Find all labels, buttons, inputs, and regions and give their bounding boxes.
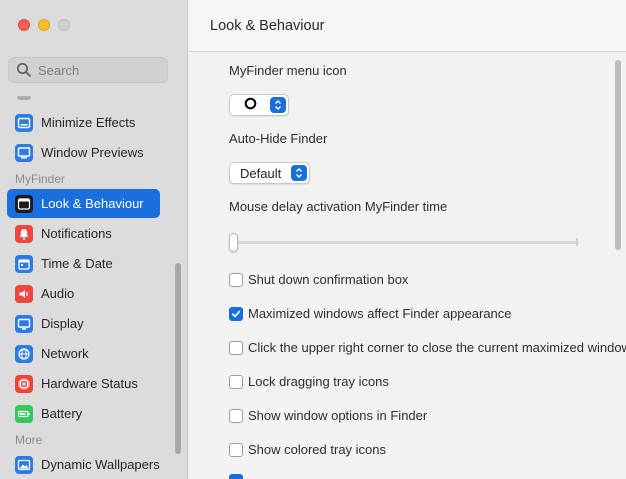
- colored-tray-icons-checkbox[interactable]: [229, 442, 243, 457]
- maximized-windows-checkbox[interactable]: [229, 306, 243, 321]
- display-icon: [15, 314, 33, 333]
- partial-item-icon: [17, 96, 31, 100]
- checkbox-row[interactable]: Show window options in Finder: [229, 408, 427, 423]
- window-previews-icon: [15, 143, 33, 162]
- app-window: Minimize Effects Window Previews MyFinde…: [0, 0, 626, 479]
- circle-icon: [244, 97, 257, 110]
- sidebar-item-label: Battery: [41, 406, 83, 421]
- checkbox-label: Show window options in Finder: [248, 408, 428, 423]
- search-field[interactable]: [8, 57, 168, 83]
- sidebar-item-audio[interactable]: Audio: [7, 279, 160, 308]
- close-corner-checkbox[interactable]: [229, 340, 243, 355]
- minimize-button[interactable]: [38, 19, 50, 31]
- checkbox-label: Lock dragging tray icons: [248, 374, 389, 389]
- page-title: Look & Behaviour: [210, 18, 325, 34]
- mouse-delay-label: Mouse delay activation MyFinder time: [229, 199, 448, 214]
- main-scrollbar[interactable]: [615, 60, 621, 250]
- checkbox-row[interactable]: Click the upper right corner to close th…: [229, 340, 626, 355]
- checkbox-row[interactable]: Maximized windows affect Finder appearan…: [229, 306, 512, 321]
- menu-icon-label: MyFinder menu icon: [229, 63, 347, 78]
- lock-tray-icons-checkbox[interactable]: [229, 374, 243, 389]
- sidebar-item-label: Display: [41, 316, 84, 331]
- sidebar: Minimize Effects Window Previews MyFinde…: [0, 0, 188, 479]
- calendar-icon: [15, 254, 33, 273]
- checkbox-label: Show colored tray icons: [248, 442, 387, 457]
- checkbox-row[interactable]: Lock dragging tray icons: [229, 374, 389, 389]
- sidebar-item-hardware-status[interactable]: Hardware Status: [7, 369, 160, 398]
- sidebar-item-label: Look & Behaviour: [41, 196, 144, 211]
- sidebar-item-look-behaviour[interactable]: Look & Behaviour: [7, 189, 160, 218]
- title-bar: Look & Behaviour: [189, 0, 626, 52]
- zoom-button[interactable]: [58, 19, 70, 31]
- sidebar-item-label: Time & Date: [41, 256, 113, 271]
- checkbox-row[interactable]: Shut down confirmation box: [229, 272, 408, 287]
- sidebar-item-time-date[interactable]: Time & Date: [7, 249, 160, 278]
- auto-hide-value: Default: [240, 165, 282, 181]
- search-icon: [17, 63, 31, 77]
- sidebar-item-battery[interactable]: Battery: [7, 399, 160, 428]
- main-panel: Look & Behaviour MyFinder menu icon Auto…: [189, 0, 626, 479]
- checkmark-icon: [231, 310, 241, 317]
- speaker-icon: [15, 284, 33, 303]
- look-behaviour-icon: [15, 194, 33, 213]
- globe-icon: [15, 344, 33, 363]
- shutdown-confirmation-checkbox[interactable]: [229, 272, 243, 287]
- minimize-effects-icon: [15, 113, 33, 132]
- auto-hide-label: Auto-Hide Finder: [229, 131, 328, 146]
- section-header-myfinder: MyFinder: [15, 172, 66, 186]
- mouse-delay-slider-thumb[interactable]: [229, 233, 238, 252]
- search-input[interactable]: [38, 62, 158, 78]
- sidebar-item-label: Audio: [41, 286, 75, 301]
- popup-stepper-icon: [291, 165, 307, 181]
- sidebar-item-label: Window Previews: [41, 145, 144, 160]
- sidebar-item-notifications[interactable]: Notifications: [7, 219, 160, 248]
- sidebar-item-label: Minimize Effects: [41, 115, 136, 130]
- partial-checkbox[interactable]: [229, 474, 243, 479]
- close-button[interactable]: [18, 19, 30, 31]
- sidebar-item-display[interactable]: Display: [7, 309, 160, 338]
- battery-icon: [15, 404, 33, 423]
- sidebar-item-label: Network: [41, 346, 89, 361]
- checkbox-label: Shut down confirmation box: [248, 272, 409, 287]
- checkbox-row[interactable]: Show colored tray icons: [229, 442, 386, 457]
- sidebar-item-label: Dynamic Wallpapers: [41, 457, 160, 472]
- sidebar-item-minimize-effects[interactable]: Minimize Effects: [7, 108, 160, 137]
- checkbox-row-partial[interactable]: [229, 474, 243, 479]
- sidebar-scrollbar[interactable]: [175, 263, 181, 454]
- sidebar-item-dynamic-wallpapers[interactable]: Dynamic Wallpapers: [7, 450, 160, 479]
- checkbox-label: Maximized windows affect Finder appearan…: [248, 306, 512, 321]
- slider-end-tick: [576, 238, 578, 246]
- sidebar-item-network[interactable]: Network: [7, 339, 160, 368]
- sidebar-item-label: Notifications: [41, 226, 112, 241]
- wallpaper-icon: [15, 455, 33, 474]
- sidebar-item-label: Hardware Status: [41, 376, 138, 391]
- window-options-checkbox[interactable]: [229, 408, 243, 423]
- popup-stepper-icon: [270, 97, 286, 113]
- mouse-delay-slider-track[interactable]: [231, 241, 579, 244]
- section-header-more: More: [15, 433, 43, 447]
- checkbox-label: Click the upper right corner to close th…: [248, 340, 626, 355]
- menu-icon-popup[interactable]: [229, 94, 289, 116]
- chip-icon: [15, 374, 33, 393]
- sidebar-item-window-previews[interactable]: Window Previews: [7, 138, 160, 167]
- auto-hide-popup[interactable]: Default: [229, 162, 310, 184]
- window-controls: [18, 19, 70, 31]
- bell-icon: [15, 224, 33, 243]
